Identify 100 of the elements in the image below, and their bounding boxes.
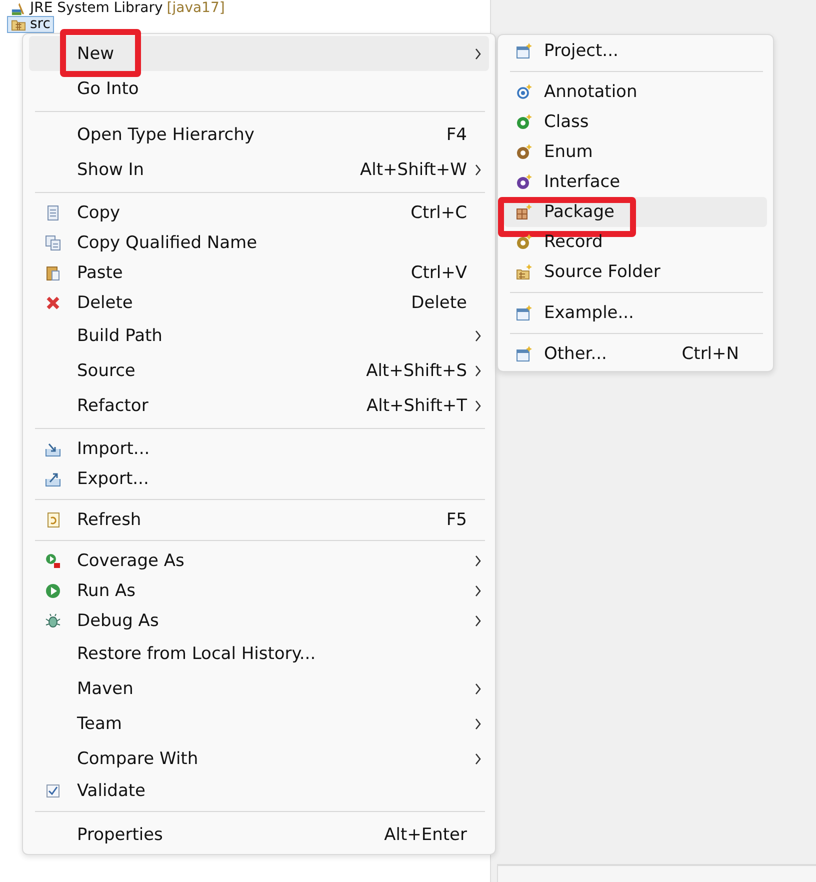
menu-item-label: Interface <box>544 172 622 192</box>
annotation-icon <box>516 84 532 100</box>
menu-item-label: Delete <box>77 293 134 313</box>
coverage-icon <box>45 553 61 569</box>
tree-label: src <box>30 16 50 32</box>
menu-item-label: Annotation <box>544 82 638 102</box>
shortcut-label: Ctrl+C <box>410 203 467 223</box>
menu-item[interactable]: Debug As <box>29 606 489 636</box>
menu-item[interactable]: Properties Alt+Enter <box>29 817 489 852</box>
interface-icon <box>516 174 532 190</box>
menu-item[interactable]: Refresh F5 <box>29 505 489 535</box>
shortcut-label: Ctrl+N <box>682 344 739 364</box>
menu-item-label: Copy <box>77 203 122 223</box>
menu-item[interactable]: Record <box>504 227 767 257</box>
menu-item[interactable]: Maven <box>29 671 489 706</box>
tree-label: JRE System Library <box>30 0 163 16</box>
menu-item-label: Other... <box>544 344 608 364</box>
menu-item-label: Properties <box>77 824 164 844</box>
menu-item-label: Go Into <box>77 78 140 98</box>
menu-item-label: Project... <box>544 41 620 61</box>
menu-item[interactable]: Interface <box>504 167 767 197</box>
class-icon <box>516 114 532 130</box>
menu-item[interactable]: Annotation <box>504 77 767 107</box>
shortcut-label: Alt+Enter <box>384 824 467 844</box>
menu-item[interactable]: Project... <box>504 36 767 66</box>
menu-item-label: Run As <box>77 581 136 601</box>
menu-item[interactable]: Build Path <box>29 318 489 353</box>
menu-item-label: Package <box>544 202 616 222</box>
menu-item[interactable]: Example... <box>504 298 767 328</box>
package-icon <box>516 204 532 220</box>
menu-item-label: Maven <box>77 678 134 698</box>
shortcut-label: Alt+Shift+T <box>366 396 467 416</box>
menu-item[interactable]: Open Type Hierarchy F4 <box>29 117 489 152</box>
menu-item-label: Record <box>544 232 604 252</box>
menu-item[interactable]: Import... <box>29 434 489 464</box>
delete-icon <box>45 295 61 311</box>
menu-item[interactable]: Validate <box>29 776 489 806</box>
tree-decoration: [java17] <box>166 0 225 16</box>
menu-item[interactable]: Refactor Alt+Shift+T <box>29 388 489 423</box>
menu-item-label: Debug As <box>77 611 160 631</box>
shortcut-label: F4 <box>446 124 467 144</box>
import-icon <box>45 441 61 457</box>
menu-item[interactable]: Go Into <box>29 71 489 106</box>
folder-icon <box>516 264 532 280</box>
menu-item[interactable]: Copy Qualified Name <box>29 228 489 258</box>
menu-item-label: Source Folder <box>544 262 662 282</box>
copy-icon <box>45 235 61 251</box>
tree-item[interactable]: JRE System Library [java17] <box>7 0 229 16</box>
menu-item-label: Build Path <box>77 326 164 346</box>
menu-item-label: Class <box>544 112 590 132</box>
clipboard-icon <box>45 265 61 281</box>
menu-item[interactable]: Team <box>29 706 489 741</box>
export-icon <box>45 471 61 487</box>
shortcut-label: F5 <box>446 510 467 530</box>
library-icon <box>11 0 26 16</box>
menu-item[interactable]: Restore from Local History... <box>29 636 489 671</box>
menu-item-label: Enum <box>544 142 594 162</box>
shortcut-label: Ctrl+V <box>410 263 467 283</box>
menu-item[interactable]: Source Folder <box>504 257 767 287</box>
shortcut-label: Delete <box>411 293 467 313</box>
wizard-icon <box>516 305 532 321</box>
menu-item-label: Paste <box>77 263 124 283</box>
menu-item-label: Import... <box>77 439 151 459</box>
menu-item[interactable]: Export... <box>29 464 489 494</box>
enum-icon <box>516 144 532 160</box>
menu-item-label: Source <box>77 360 136 380</box>
menu-item[interactable]: Run As <box>29 576 489 606</box>
menu-item[interactable]: Other... Ctrl+N <box>504 339 767 369</box>
tree-item[interactable]: src <box>7 16 54 32</box>
menu-item-label: Validate <box>77 781 147 801</box>
menu-item[interactable]: Coverage As <box>29 546 489 576</box>
menu-item-label: Show In <box>77 160 146 180</box>
menu-item[interactable]: Class <box>504 107 767 137</box>
menu-item-label: Team <box>77 714 123 734</box>
menu-item[interactable]: Copy Ctrl+C <box>29 198 489 228</box>
shortcut-label: Alt+Shift+W <box>360 160 467 180</box>
copy-icon <box>45 205 61 221</box>
menu-item-label: Coverage As <box>77 551 186 571</box>
menu-item-label: Refresh <box>77 510 142 530</box>
menu-item-label: Copy Qualified Name <box>77 233 258 253</box>
menu-item[interactable]: Paste Ctrl+V <box>29 258 489 288</box>
run-icon <box>45 583 61 599</box>
menu-item-label: Refactor <box>77 396 150 416</box>
wizard-icon <box>516 43 532 59</box>
bug-icon <box>45 613 61 629</box>
menu-item-label: Compare With <box>77 748 200 768</box>
menu-item-label: Open Type Hierarchy <box>77 124 256 144</box>
checkbox-icon <box>45 783 61 799</box>
menu-item[interactable]: New <box>29 36 489 71</box>
menu-item-label: Export... <box>77 469 150 489</box>
menu-item-label: Example... <box>544 303 635 323</box>
menu-item-label: Restore from Local History... <box>77 644 317 664</box>
shortcut-label: Alt+Shift+S <box>366 360 467 380</box>
menu-item[interactable]: Delete Delete <box>29 288 489 318</box>
menu-item[interactable]: Show In Alt+Shift+W <box>29 152 489 187</box>
menu-item[interactable]: Enum <box>504 137 767 167</box>
menu-item[interactable]: Compare With <box>29 741 489 776</box>
record-icon <box>516 234 532 250</box>
menu-item[interactable]: Source Alt+Shift+S <box>29 353 489 388</box>
refresh-icon <box>45 512 61 528</box>
